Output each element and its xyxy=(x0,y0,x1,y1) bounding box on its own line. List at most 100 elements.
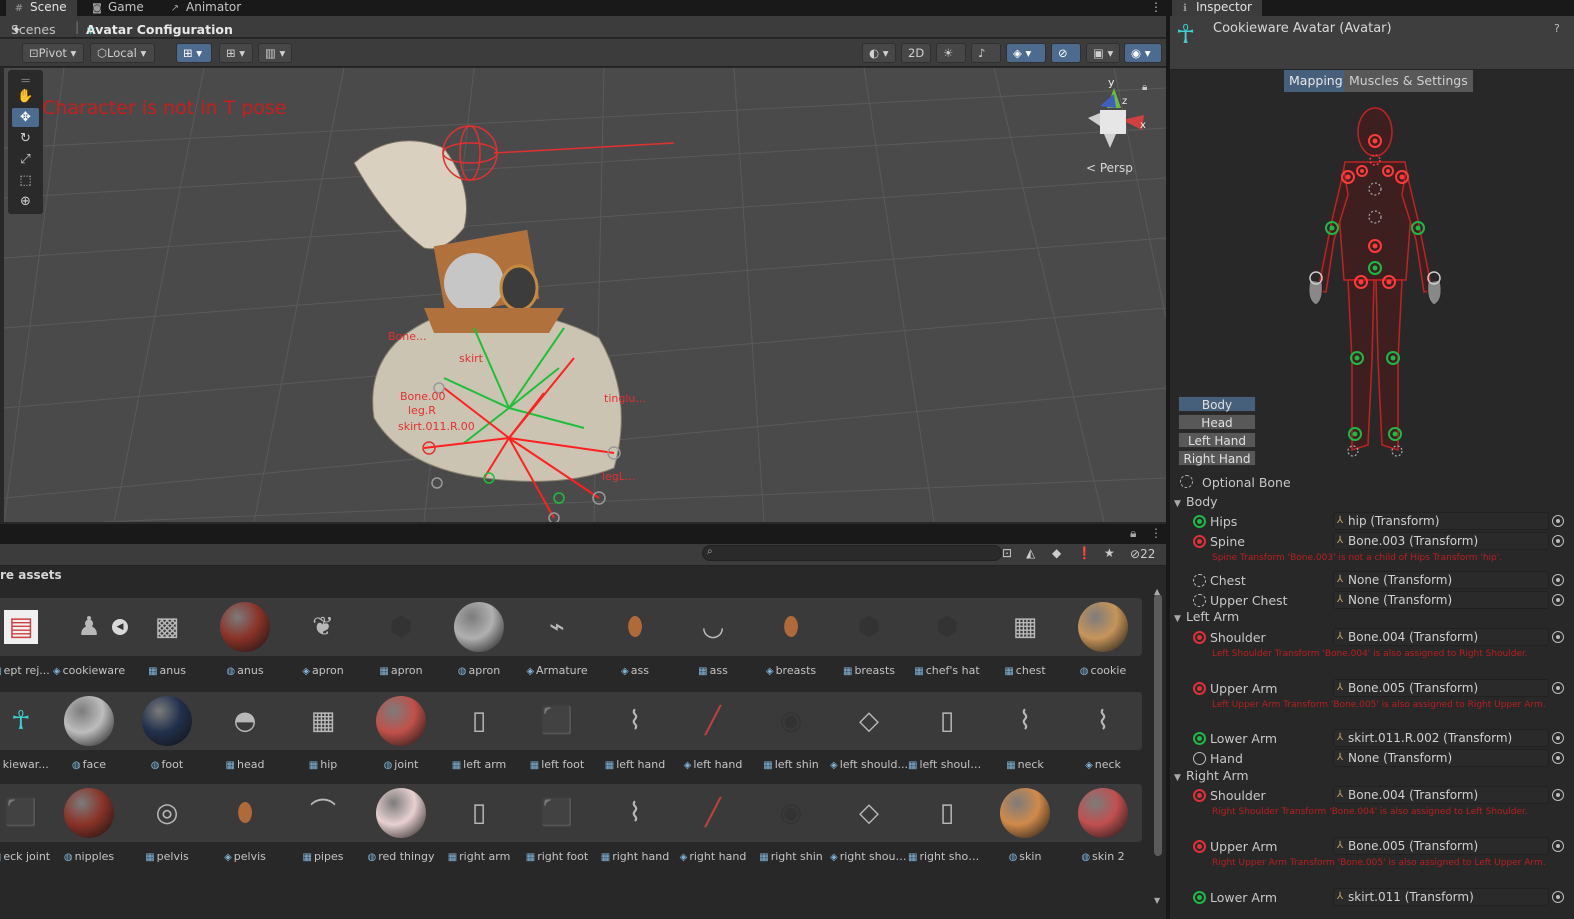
increment-snap-button[interactable]: ▥ ▾ xyxy=(258,43,292,63)
asset-item[interactable]: ▯ ▦ left arm xyxy=(440,692,518,784)
kebab-menu-icon[interactable]: ⋮ xyxy=(1144,0,1172,16)
asset-item[interactable]: ▦ ▦ hip xyxy=(284,692,362,784)
kebab-menu-icon[interactable]: ⋮ xyxy=(1150,526,1162,540)
bone-transform-field[interactable]: ⅄ Bone.005 (Transform) xyxy=(1333,679,1549,697)
bone-transform-field[interactable]: ⅄ Bone.004 (Transform) xyxy=(1333,786,1549,804)
project-scrollbar[interactable] xyxy=(1154,594,1162,856)
group-body[interactable]: ▼ Body xyxy=(1174,494,1218,509)
asset-item[interactable]: ⌇ ▦ right hand xyxy=(596,784,674,876)
gizmos-dropdown[interactable]: ◉ ▾ xyxy=(1124,43,1162,63)
bone-status-icon[interactable] xyxy=(1193,789,1206,802)
project-search-input[interactable]: ⌕ xyxy=(702,545,1002,561)
transform-tool-icon[interactable]: ⊕ xyxy=(12,192,39,211)
tab-scene[interactable]: # Scene xyxy=(6,0,77,16)
object-picker-icon[interactable] xyxy=(1552,631,1564,643)
object-picker-icon[interactable] xyxy=(1552,515,1564,527)
asset-item[interactable]: ⬛ ▦ right foot xyxy=(518,784,596,876)
asset-item[interactable]: ▩ ▦ anus xyxy=(128,598,206,690)
asset-item[interactable]: ▯ ▦ right arm xyxy=(440,784,518,876)
hand-tool-icon[interactable]: ✋ xyxy=(12,87,39,106)
asset-item[interactable]: ◉ ▦ left shin xyxy=(752,692,830,784)
bone-transform-field[interactable]: ⅄ hip (Transform) xyxy=(1333,512,1549,530)
search-by-type-icon[interactable]: ⊡ xyxy=(1002,546,1012,560)
tab-inspector[interactable]: ℹ Inspector xyxy=(1172,0,1262,16)
favorite-star-icon[interactable]: ★ xyxy=(1104,546,1115,560)
asset-item[interactable]: ▯ ▦ right shoul... xyxy=(908,784,986,876)
bone-status-icon[interactable] xyxy=(1193,732,1206,745)
object-picker-icon[interactable] xyxy=(1552,732,1564,744)
move-tool-icon[interactable]: ✥ xyxy=(12,108,39,127)
bone-status-icon[interactable] xyxy=(1193,682,1206,695)
rect-tool-icon[interactable]: ⬚ xyxy=(12,171,39,190)
asset-item[interactable]: ◎ ▦ pelvis xyxy=(128,784,206,876)
object-picker-icon[interactable] xyxy=(1552,535,1564,547)
bone-status-icon[interactable] xyxy=(1193,891,1206,904)
bone-transform-field[interactable]: ⅄ skirt.011.R.002 (Transform) xyxy=(1333,729,1549,747)
lighting-toggle-icon[interactable]: ☀ xyxy=(936,43,966,63)
asset-item[interactable]: ◉ ▦ right shin xyxy=(752,784,830,876)
asset-item[interactable]: ◡ ▦ ass xyxy=(674,598,752,690)
group-left-arm[interactable]: ▼ Left Arm xyxy=(1174,609,1239,624)
pivot-dropdown[interactable]: ⊡Pivot ▾ xyxy=(22,43,84,63)
bone-transform-field[interactable]: ⅄ Bone.004 (Transform) xyxy=(1333,628,1549,646)
asset-item[interactable]: ♟ ◈ cookieware xyxy=(50,598,128,690)
asset-item[interactable]: ◇ ◈ right shoul... xyxy=(830,784,908,876)
bone-transform-field[interactable]: ⅄ None (Transform) xyxy=(1333,749,1549,767)
hidden-count[interactable]: ⊘22 xyxy=(1130,547,1155,561)
asset-item[interactable]: ⬮ ◈ ass xyxy=(596,598,674,690)
filter-icon[interactable]: ◭ xyxy=(1026,546,1035,560)
rotate-tool-icon[interactable]: ↻ xyxy=(12,129,39,148)
bone-transform-field[interactable]: ⅄ None (Transform) xyxy=(1333,591,1549,609)
asset-item[interactable]: ◍ face xyxy=(50,692,128,784)
label-icon[interactable]: ◆ xyxy=(1052,546,1061,560)
object-picker-icon[interactable] xyxy=(1552,891,1564,903)
asset-item[interactable]: ◍ skin xyxy=(986,784,1064,876)
asset-item[interactable]: ⬮ ◈ breasts xyxy=(752,598,830,690)
audio-toggle-icon[interactable]: ♪ xyxy=(971,43,1001,63)
camera-dropdown[interactable]: ▣ ▾ xyxy=(1086,43,1120,63)
asset-item[interactable]: ◍ skin 2 xyxy=(1064,784,1142,876)
help-icon[interactable]: ? xyxy=(1554,22,1560,35)
tab-animator[interactable]: ↗ Animator xyxy=(162,0,251,16)
effects-dropdown[interactable]: ◈ ▾ xyxy=(1006,43,1046,63)
asset-item[interactable]: ⬢ ▦ apron xyxy=(362,598,440,690)
scroll-up-icon[interactable]: ▲ xyxy=(1154,587,1160,596)
asset-item[interactable]: ▦ ▦ chest xyxy=(986,598,1064,690)
scale-tool-icon[interactable]: ⤢ xyxy=(12,150,39,169)
tab-game[interactable]: ◙ Game xyxy=(84,0,154,16)
object-picker-icon[interactable] xyxy=(1552,789,1564,801)
draw-mode-dropdown[interactable]: ◐ ▾ xyxy=(862,43,896,63)
group-right-arm[interactable]: ▼ Right Arm xyxy=(1174,768,1249,783)
body-part-right-hand[interactable]: Right Hand xyxy=(1178,450,1256,466)
asset-item[interactable]: ⬢ ▦ breasts xyxy=(830,598,908,690)
asset-item[interactable]: ❦ ◈ apron xyxy=(284,598,362,690)
grid-visibility-button[interactable]: ⊞ ▾ xyxy=(219,43,253,63)
asset-item[interactable]: ▯ ▦ left should... xyxy=(908,692,986,784)
asset-item[interactable]: ⌒ ▦ pipes xyxy=(284,784,362,876)
asset-item[interactable]: ◍ anus xyxy=(206,598,284,690)
avatar-body-figure[interactable] xyxy=(1300,100,1450,470)
object-picker-icon[interactable] xyxy=(1552,682,1564,694)
body-part-body[interactable]: Body xyxy=(1178,396,1256,412)
warning-filter-icon[interactable]: ❗ xyxy=(1077,546,1092,560)
body-part-left-hand[interactable]: Left Hand xyxy=(1178,432,1256,448)
bone-status-icon[interactable] xyxy=(1193,535,1206,548)
bone-status-icon[interactable] xyxy=(1193,631,1206,644)
bone-transform-field[interactable]: ⅄ skirt.011 (Transform) xyxy=(1333,888,1549,906)
scene-viewport[interactable]: Bone.00 leg.R skirt.011.R.00 skirt tingl… xyxy=(4,68,1166,522)
asset-item[interactable]: ⬮ ◈ pelvis xyxy=(206,784,284,876)
asset-item[interactable]: ⬛ ▦ left foot xyxy=(518,692,596,784)
object-picker-icon[interactable] xyxy=(1552,752,1564,764)
asset-item[interactable]: ⌇ ▦ left hand xyxy=(596,692,674,784)
asset-item[interactable]: ⬢ ▦ chef's hat xyxy=(908,598,986,690)
bone-transform-field[interactable]: ⅄ Bone.003 (Transform) xyxy=(1333,532,1549,550)
asset-item[interactable]: ◍ apron xyxy=(440,598,518,690)
projection-toggle[interactable]: < Persp xyxy=(1086,161,1133,175)
object-picker-icon[interactable] xyxy=(1552,840,1564,852)
asset-item[interactable]: ╱ ◈ right hand xyxy=(674,784,752,876)
asset-item[interactable]: ◇ ◈ left should... xyxy=(830,692,908,784)
asset-item[interactable]: ⌇ ◈ neck xyxy=(1064,692,1142,784)
asset-item[interactable]: ◍ red thingy xyxy=(362,784,440,876)
scroll-down-icon[interactable]: ▼ xyxy=(1154,896,1160,905)
bone-transform-field[interactable]: ⅄ Bone.005 (Transform) xyxy=(1333,837,1549,855)
